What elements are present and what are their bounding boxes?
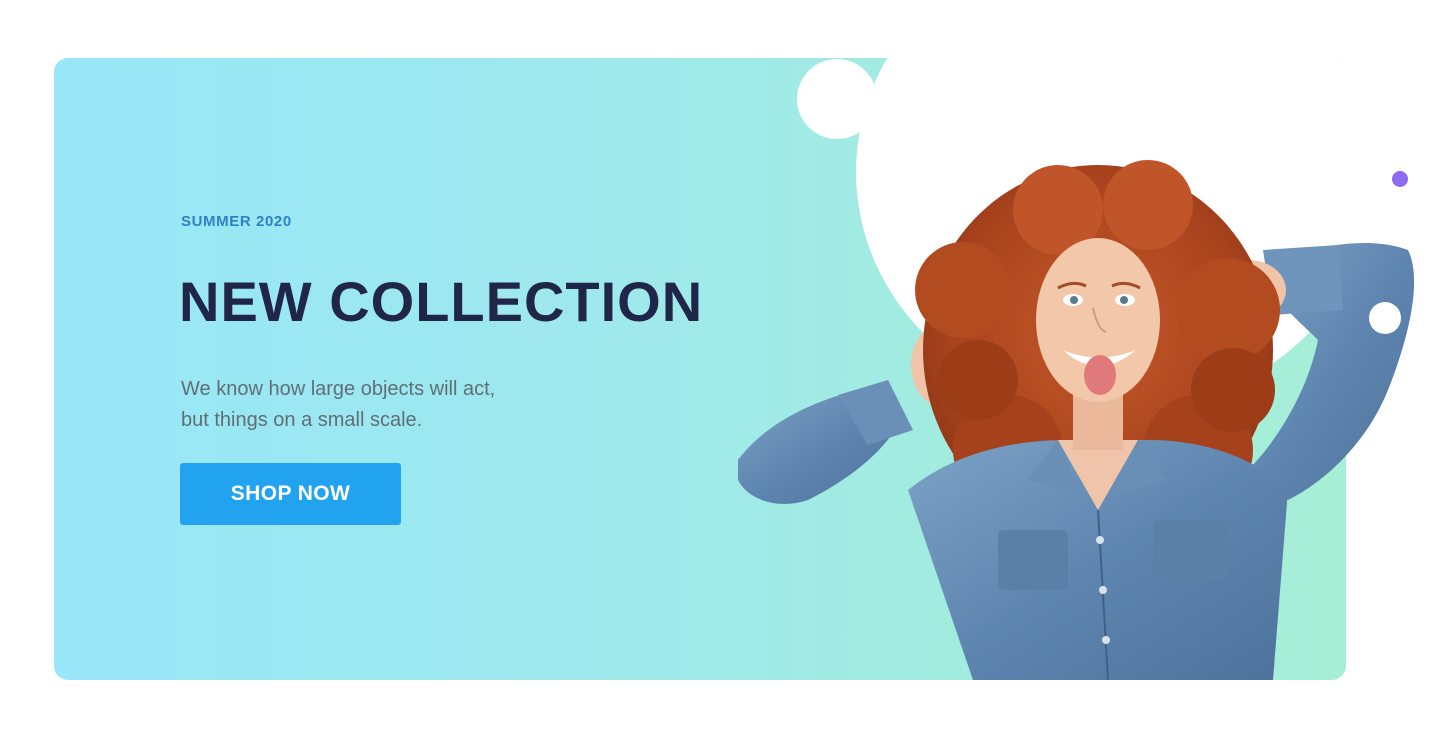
left-sleeve bbox=[738, 380, 913, 504]
description-line: We know how large objects will act, bbox=[181, 378, 496, 400]
denim-shirt bbox=[908, 440, 1288, 680]
banner-headline: NEW COLLECTION bbox=[179, 270, 704, 333]
banner-subtitle: SUMMER 2020 bbox=[181, 213, 292, 230]
decorative-small-circle bbox=[797, 59, 877, 139]
decorative-white-dot-outer bbox=[1369, 302, 1401, 334]
page: SUMMER 2020 NEW COLLECTION We know how l… bbox=[0, 0, 1440, 739]
hero-model-image bbox=[728, 150, 1428, 680]
shop-now-button[interactable]: SHOP NOW bbox=[180, 463, 401, 525]
banner-description: We know how large objects will act, but … bbox=[181, 374, 601, 436]
decorative-violet-dot-outer bbox=[1392, 171, 1408, 187]
description-line: but things on a small scale. bbox=[181, 409, 423, 431]
